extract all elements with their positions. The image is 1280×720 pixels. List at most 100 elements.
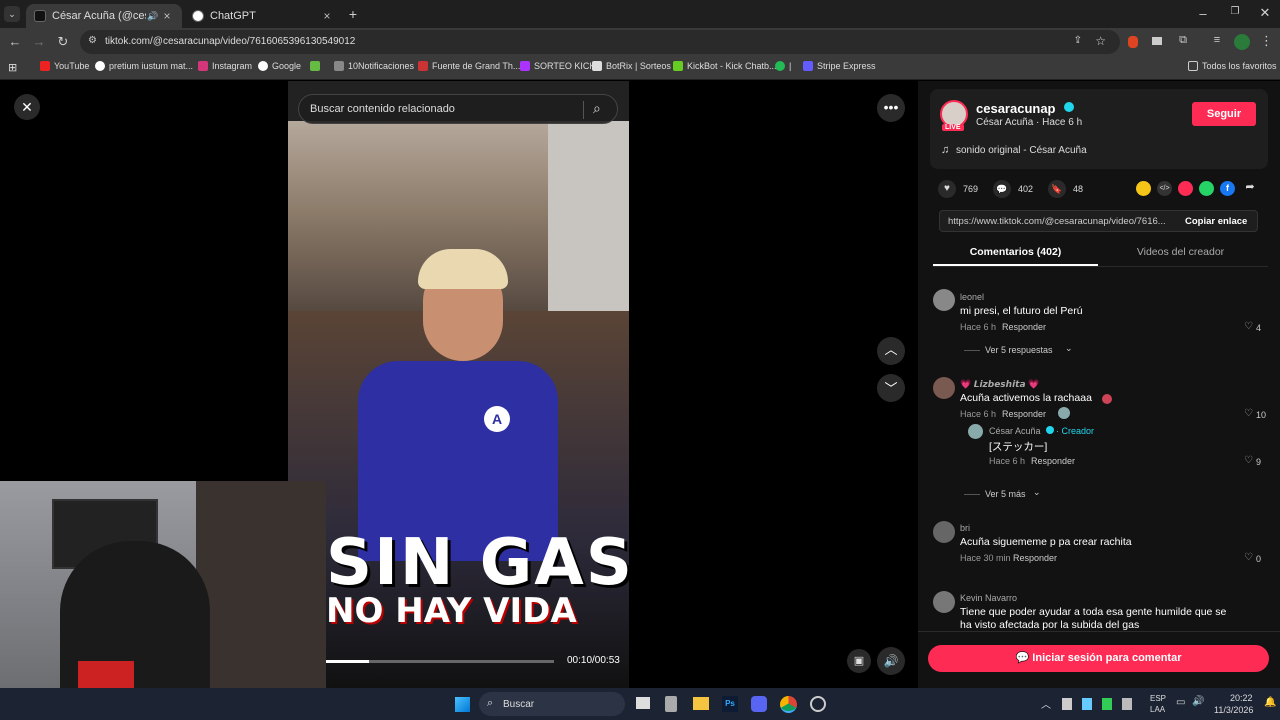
tab-comments[interactable]: Comentarios (402) [933, 246, 1098, 258]
facebook-share-icon[interactable]: f [1220, 181, 1235, 196]
notification-icon[interactable]: 🔔 [1264, 697, 1276, 708]
tray-chevron-icon[interactable]: ︿ [1041, 696, 1051, 711]
reply-button[interactable]: Responder [1002, 322, 1046, 332]
address-bar[interactable]: ⚙ tiktok.com/@cesaracunap/video/76160653… [80, 30, 1120, 54]
bookmark-stripe[interactable]: Stripe Express [803, 61, 876, 71]
task-view-icon[interactable] [636, 697, 650, 709]
back-icon[interactable]: ← [8, 34, 22, 49]
close-video-button[interactable]: ✕ [14, 94, 40, 120]
bookmark-sorteo[interactable]: SORTEO KICK [520, 61, 595, 71]
network-icon[interactable]: ▭ [1176, 697, 1185, 708]
embed-icon[interactable]: </> [1157, 181, 1172, 196]
copy-link-button[interactable]: Copiar enlace [1185, 216, 1247, 227]
bookmark-star[interactable] [310, 61, 324, 71]
avatar[interactable] [933, 289, 955, 311]
lang-primary[interactable]: ESP [1150, 694, 1166, 703]
progress-track[interactable] [326, 660, 554, 663]
file-explorer-icon[interactable] [693, 697, 709, 710]
previous-video-button[interactable]: ︿ [877, 337, 905, 365]
site-info-icon[interactable]: ⚙ [88, 35, 97, 46]
taskbar-search[interactable]: ⌕ Buscar [479, 692, 625, 716]
bookmark-whatsapp[interactable]: | [775, 61, 791, 71]
volume-icon[interactable]: 🔊 [1192, 696, 1204, 707]
photoshop-icon[interactable]: Ps [722, 696, 738, 712]
reply-button[interactable]: Responder [1002, 409, 1046, 419]
mini-player-icon[interactable]: ▣ [847, 649, 871, 673]
share-arrow-icon[interactable]: ➦ [1242, 180, 1258, 196]
bookmark-youtube[interactable]: YouTube [40, 61, 89, 71]
avatar[interactable] [933, 521, 955, 543]
reading-list-icon[interactable]: ≡ [1210, 34, 1224, 46]
tab-tiktok[interactable]: César Acuña (@cesaracuna... 🔊 × [26, 4, 182, 28]
app-icon[interactable] [665, 696, 677, 712]
follow-button[interactable]: Seguir [1192, 102, 1256, 126]
cast-icon[interactable]: ⇪ [1074, 35, 1082, 46]
bookmark-botrix[interactable]: BotRix | Sorteos [592, 61, 671, 71]
search-box[interactable]: Buscar contenido relacionado ⌕ [298, 94, 618, 124]
audio-icon[interactable]: 🔊 [146, 11, 160, 22]
heart-icon[interactable]: ♡ [1244, 552, 1253, 563]
comment-user[interactable]: leonel [960, 292, 984, 302]
minimize-icon[interactable]: – [1196, 6, 1210, 21]
creator-handle[interactable]: cesaracunap [976, 101, 1056, 116]
comment-user[interactable]: bri [960, 523, 970, 533]
start-icon[interactable] [455, 697, 470, 712]
tab-chatgpt[interactable]: ChatGPT × [184, 4, 342, 28]
lang-secondary[interactable]: LAA [1150, 705, 1165, 714]
extension-icon[interactable] [1128, 36, 1138, 48]
tab-creator-videos[interactable]: Videos del creador [1098, 246, 1263, 258]
clock-date[interactable]: 11/3/2026 [1214, 705, 1253, 715]
restore-icon[interactable]: ❐ [1228, 6, 1242, 17]
bookmark-google[interactable]: Google [258, 61, 301, 71]
avatar[interactable] [933, 591, 955, 613]
reply-button[interactable]: Responder [1031, 456, 1075, 466]
puzzle-icon[interactable]: ⧉ [1176, 34, 1190, 47]
search-icon[interactable]: ⌕ [593, 100, 601, 117]
send-icon[interactable] [1178, 181, 1193, 196]
share-gold-icon[interactable] [1136, 181, 1151, 196]
app-icon[interactable] [810, 696, 826, 712]
more-options-icon[interactable]: ••• [877, 94, 905, 122]
heart-icon[interactable]: ♡ [1244, 408, 1253, 419]
next-video-button[interactable]: ﹀ [877, 374, 905, 402]
bookmark-pretium[interactable]: pretium iustum mat... [95, 61, 193, 71]
comment-button[interactable]: 💬 [993, 180, 1011, 198]
tab-list-chevron-icon[interactable]: ⌄ [4, 6, 20, 22]
comment-user[interactable]: Kevin Navarro [960, 593, 1017, 603]
login-to-comment-button[interactable]: 💬 Iniciar sesión para comentar [928, 645, 1269, 672]
bookmark-10notif[interactable]: 10Notificaciones [334, 61, 414, 71]
bookmark-fuente[interactable]: Fuente de Grand Th... [418, 61, 520, 71]
heart-icon[interactable]: ♡ [1244, 321, 1253, 332]
comment-user[interactable]: César Acuña [989, 426, 1041, 436]
close-icon[interactable]: × [160, 9, 174, 23]
comment-user[interactable]: 💗 𝙇𝙞𝙯𝙗𝙚𝙨𝙝𝙞𝙩𝙖 💗 [960, 379, 1039, 390]
close-window-icon[interactable]: ✕ [1258, 5, 1272, 21]
avatar[interactable] [968, 424, 983, 439]
bookmark-kickbot[interactable]: KickBot - Kick Chatb... [673, 61, 777, 71]
save-button[interactable]: 🔖 [1048, 180, 1066, 198]
forward-icon[interactable]: → [32, 34, 46, 49]
discord-icon[interactable] [751, 696, 767, 712]
like-button[interactable]: ♥ [938, 180, 956, 198]
menu-icon[interactable]: ⋮ [1260, 33, 1273, 49]
reload-icon[interactable]: ↻ [56, 34, 70, 50]
new-tab-icon[interactable]: + [346, 6, 360, 22]
sound-name[interactable]: sonido original - César Acuña [956, 145, 1087, 156]
reply-button[interactable]: Responder [1013, 553, 1057, 563]
apps-icon[interactable]: ⊞ [8, 61, 17, 74]
avatar[interactable] [933, 377, 955, 399]
all-bookmarks[interactable]: Todos los favoritos [1188, 61, 1277, 71]
whatsapp-share-icon[interactable] [1199, 181, 1214, 196]
extension-icon[interactable] [1152, 37, 1162, 45]
chrome-icon[interactable] [780, 696, 797, 713]
profile-avatar[interactable] [1234, 34, 1250, 50]
bookmark-star-icon[interactable]: ☆ [1095, 34, 1106, 48]
bookmark-instagram[interactable]: Instagram [198, 61, 252, 71]
heart-icon[interactable]: ♡ [1244, 455, 1253, 466]
close-icon[interactable]: × [320, 9, 334, 23]
tray-icons[interactable] [1062, 698, 1140, 710]
search-input[interactable]: Buscar contenido relacionado [310, 103, 455, 115]
volume-icon[interactable]: 🔊 [877, 647, 905, 675]
view-replies-button[interactable]: Ver 5 respuestas [985, 345, 1053, 355]
view-more-button[interactable]: Ver 5 más [985, 489, 1026, 499]
